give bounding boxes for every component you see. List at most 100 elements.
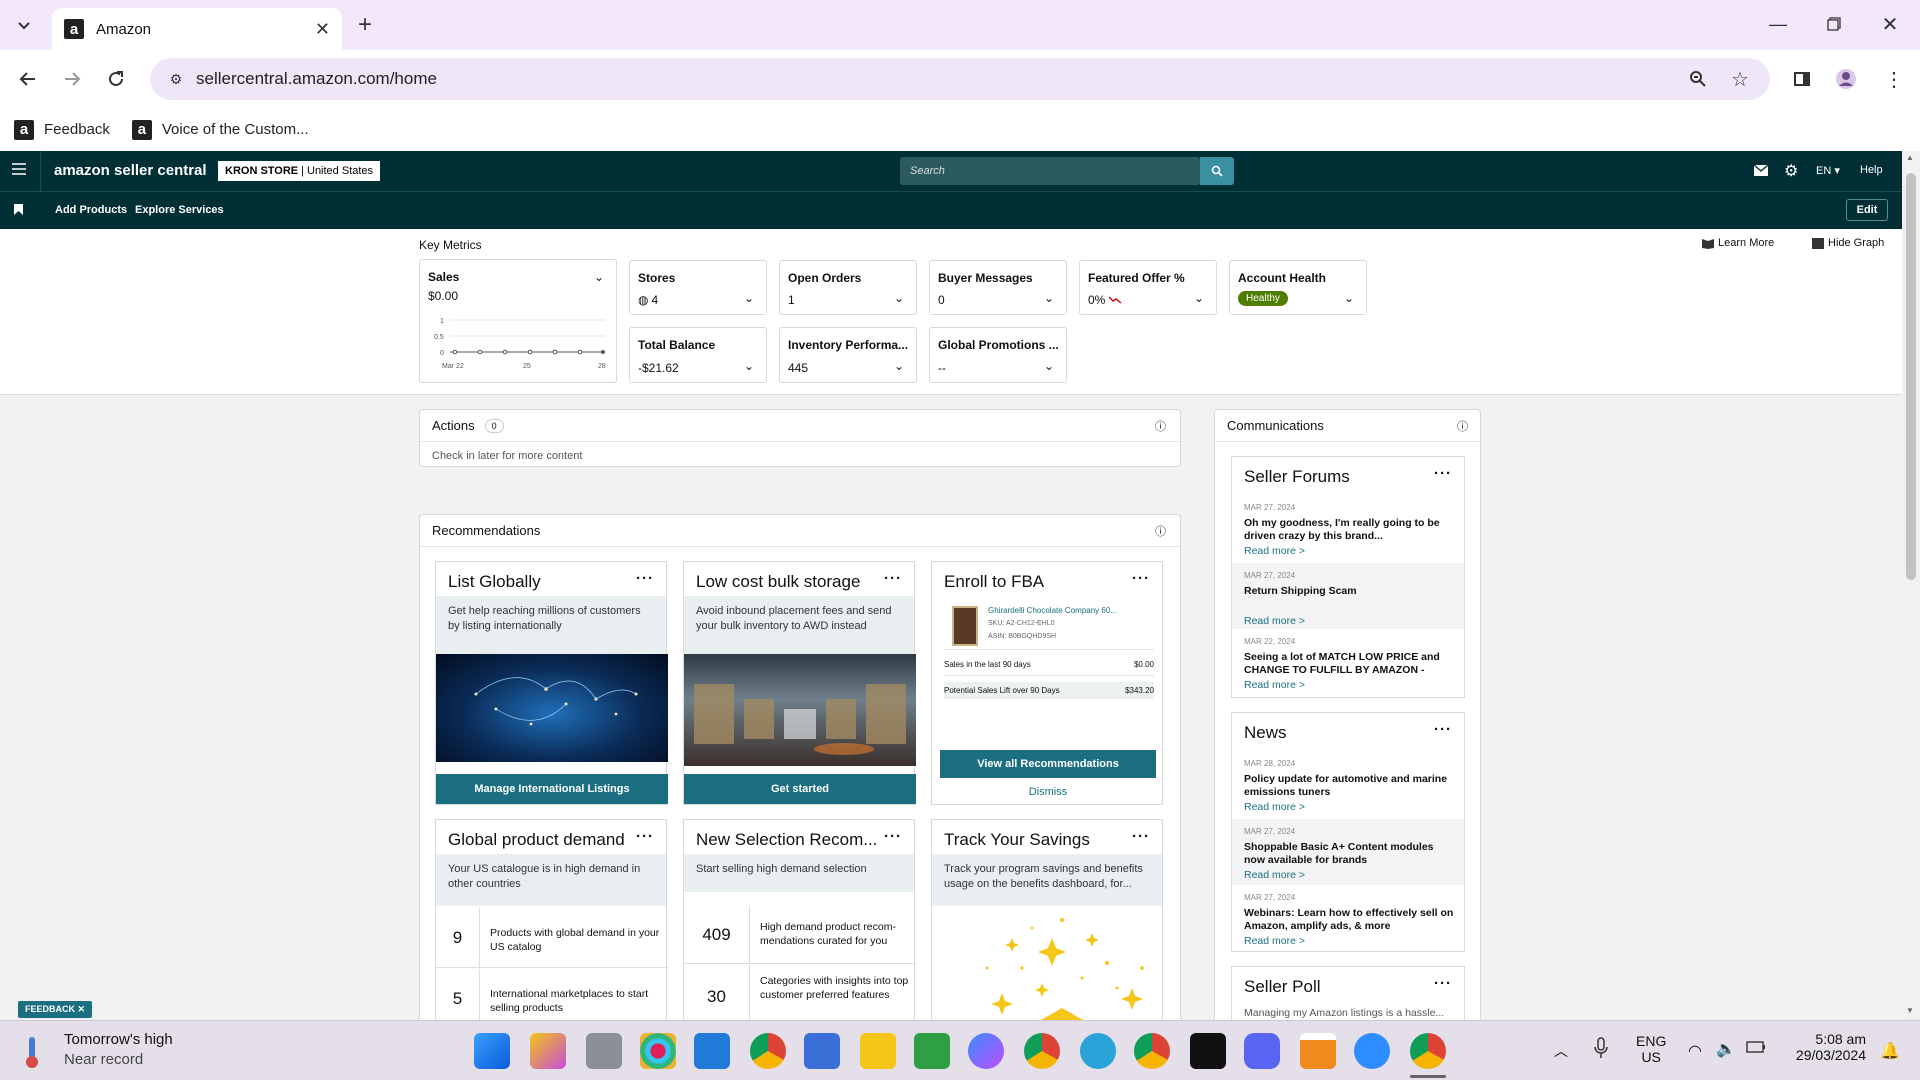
wifi-icon[interactable]: ◠: [1688, 1041, 1702, 1061]
get-started-button[interactable]: Get started: [684, 774, 916, 804]
read-more-link[interactable]: Read more >: [1244, 545, 1454, 558]
discord-icon[interactable]: [1244, 1033, 1280, 1069]
settings-gear-icon[interactable]: ⚙: [1784, 161, 1798, 181]
seller-central-logo[interactable]: amazon seller central: [54, 162, 207, 179]
manage-international-listings-button[interactable]: Manage International Listings: [436, 774, 668, 804]
language-selector[interactable]: EN ▾: [1816, 164, 1840, 177]
account-health-metric-card[interactable]: Account Health Healthy ⌄: [1229, 260, 1367, 315]
more-options-icon[interactable]: ···: [1132, 570, 1150, 587]
sales-metric-card[interactable]: Sales ⌄ $0.00 1 0.5 0 Mar 22 25 28: [419, 259, 617, 383]
news-item[interactable]: MAR 28, 2024 Policy update for automotiv…: [1244, 757, 1454, 814]
telegram-icon[interactable]: [1080, 1033, 1116, 1069]
mail-app-icon[interactable]: [694, 1033, 730, 1069]
buyer-messages-metric-card[interactable]: Buyer Messages 0 ⌄: [929, 260, 1067, 315]
site-info-icon[interactable]: ⚙: [160, 63, 192, 95]
close-icon[interactable]: ✕: [78, 1004, 86, 1014]
learn-more-link[interactable]: Learn More: [1702, 237, 1774, 249]
read-more-link[interactable]: Read more >: [1244, 679, 1454, 692]
forum-post[interactable]: MAR 27, 2024 Return Shipping Scam Read m…: [1244, 569, 1454, 628]
minimize-icon[interactable]: —: [1762, 8, 1794, 40]
inventory-metric-card[interactable]: Inventory Performa... 445 ⌄: [779, 327, 917, 383]
microphone-icon[interactable]: [1594, 1037, 1608, 1059]
more-options-icon[interactable]: ···: [1434, 975, 1452, 992]
help-icon[interactable]: ⓘ: [1155, 418, 1166, 434]
forward-icon[interactable]: [56, 63, 88, 95]
open-orders-metric-card[interactable]: Open Orders 1 ⌄: [779, 260, 917, 315]
back-icon[interactable]: [12, 63, 44, 95]
read-more-link[interactable]: Read more >: [1244, 801, 1454, 814]
news-item[interactable]: MAR 27, 2024 Shoppable Basic A+ Content …: [1244, 825, 1454, 882]
mail-icon[interactable]: [1754, 165, 1768, 176]
more-options-icon[interactable]: ···: [1434, 721, 1452, 738]
bookmark-nav-icon[interactable]: [14, 204, 23, 215]
nav-explore-services[interactable]: Explore Services: [135, 204, 224, 216]
hide-graph-link[interactable]: Hide Graph: [1812, 237, 1884, 249]
chrome-active-icon[interactable]: [1410, 1033, 1446, 1069]
feedback-tab-button[interactable]: FEEDBACK ✕: [18, 1001, 93, 1018]
slack-icon[interactable]: [640, 1033, 676, 1069]
battery-icon[interactable]: [1746, 1041, 1766, 1053]
help-icon[interactable]: ⓘ: [1457, 418, 1468, 434]
scrollbar[interactable]: ▲ ▼: [1902, 151, 1920, 1020]
widgets-icon[interactable]: [530, 1033, 566, 1069]
windows-start-icon[interactable]: [474, 1033, 510, 1069]
more-options-icon[interactable]: ···: [884, 570, 902, 587]
edit-nav-button[interactable]: Edit: [1846, 199, 1888, 221]
total-balance-metric-card[interactable]: Total Balance -$21.62 ⌄: [629, 327, 767, 383]
news-item[interactable]: MAR 27, 2024 Webinars: Learn how to effe…: [1244, 891, 1454, 948]
side-panel-icon[interactable]: [1786, 63, 1818, 95]
new-tab-icon[interactable]: +: [349, 9, 381, 41]
restore-icon[interactable]: [1818, 8, 1850, 40]
fba-product-link[interactable]: Ghirardelli Chocolate Company 60...: [988, 606, 1117, 615]
search-input[interactable]: Search: [900, 157, 1200, 185]
chrome-icon[interactable]: [750, 1033, 786, 1069]
bookmark-star-icon[interactable]: ☆: [1724, 63, 1756, 95]
browser-tab[interactable]: a Amazon ✕: [52, 8, 342, 50]
language-indicator[interactable]: ENG US: [1636, 1033, 1666, 1065]
zoom-icon[interactable]: [1354, 1033, 1390, 1069]
stores-metric-card[interactable]: Stores ◍ 4 ⌄: [629, 260, 767, 315]
featured-offer-metric-card[interactable]: Featured Offer % 0% ⌄: [1079, 260, 1217, 315]
scrollbar-thumb[interactable]: [1906, 173, 1916, 580]
browser-menu-icon[interactable]: ⋮: [1878, 63, 1910, 95]
global-promotions-metric-card[interactable]: Global Promotions ... -- ⌄: [929, 327, 1067, 383]
chevron-up-icon[interactable]: ︿: [1554, 1041, 1568, 1061]
close-window-icon[interactable]: ✕: [1874, 8, 1906, 40]
read-more-link[interactable]: Read more >: [1244, 935, 1454, 948]
bookmark-feedback[interactable]: a Feedback: [14, 119, 110, 140]
messenger-icon[interactable]: [968, 1033, 1004, 1069]
notification-bell-icon[interactable]: 🔔: [1880, 1041, 1900, 1061]
weather-title[interactable]: Tomorrow's high: [64, 1031, 173, 1048]
read-more-link[interactable]: Read more >: [1244, 869, 1454, 882]
reload-icon[interactable]: [100, 63, 132, 95]
meet-icon[interactable]: [914, 1033, 950, 1069]
store-selector[interactable]: KRON STORE | United States: [218, 161, 381, 181]
app-icon[interactable]: [1190, 1033, 1226, 1069]
volume-icon[interactable]: 🔈: [1716, 1039, 1736, 1059]
more-options-icon[interactable]: ···: [636, 828, 654, 845]
zoom-icon[interactable]: [1682, 63, 1714, 95]
weather-thermometer-icon[interactable]: [24, 1035, 40, 1069]
vlc-icon[interactable]: [1300, 1033, 1336, 1069]
tab-list-icon[interactable]: [8, 9, 40, 41]
chrome-profile-icon[interactable]: [1134, 1033, 1170, 1069]
chrome-profile-icon[interactable]: [1024, 1033, 1060, 1069]
file-explorer-icon[interactable]: [860, 1033, 896, 1069]
notepad-icon[interactable]: [804, 1033, 840, 1069]
nav-add-products[interactable]: Add Products: [55, 204, 127, 216]
task-view-icon[interactable]: [586, 1033, 622, 1069]
clock[interactable]: 5:08 am 29/03/2024: [1786, 1031, 1866, 1063]
poll-question[interactable]: Managing my Amazon listings is a hassle.…: [1244, 1007, 1444, 1019]
search-button[interactable]: [1200, 157, 1234, 185]
scroll-up-icon[interactable]: ▲: [1906, 153, 1914, 162]
dismiss-link[interactable]: Dismiss: [932, 786, 1164, 798]
close-tab-icon[interactable]: ✕: [315, 19, 330, 40]
more-options-icon[interactable]: ···: [884, 828, 902, 845]
view-all-recommendations-button[interactable]: View all Recommendations: [940, 750, 1156, 778]
profile-avatar-icon[interactable]: [1830, 63, 1862, 95]
forum-post[interactable]: MAR 22, 2024 Seeing a lot of MATCH LOW P…: [1244, 635, 1454, 692]
bookmark-voice-of-customer[interactable]: a Voice of the Custom...: [131, 119, 309, 140]
read-more-link[interactable]: Read more >: [1244, 615, 1454, 628]
forum-post[interactable]: MAR 27, 2024 Oh my goodness, I'm really …: [1244, 501, 1454, 558]
scroll-down-icon[interactable]: ▼: [1906, 1006, 1914, 1015]
